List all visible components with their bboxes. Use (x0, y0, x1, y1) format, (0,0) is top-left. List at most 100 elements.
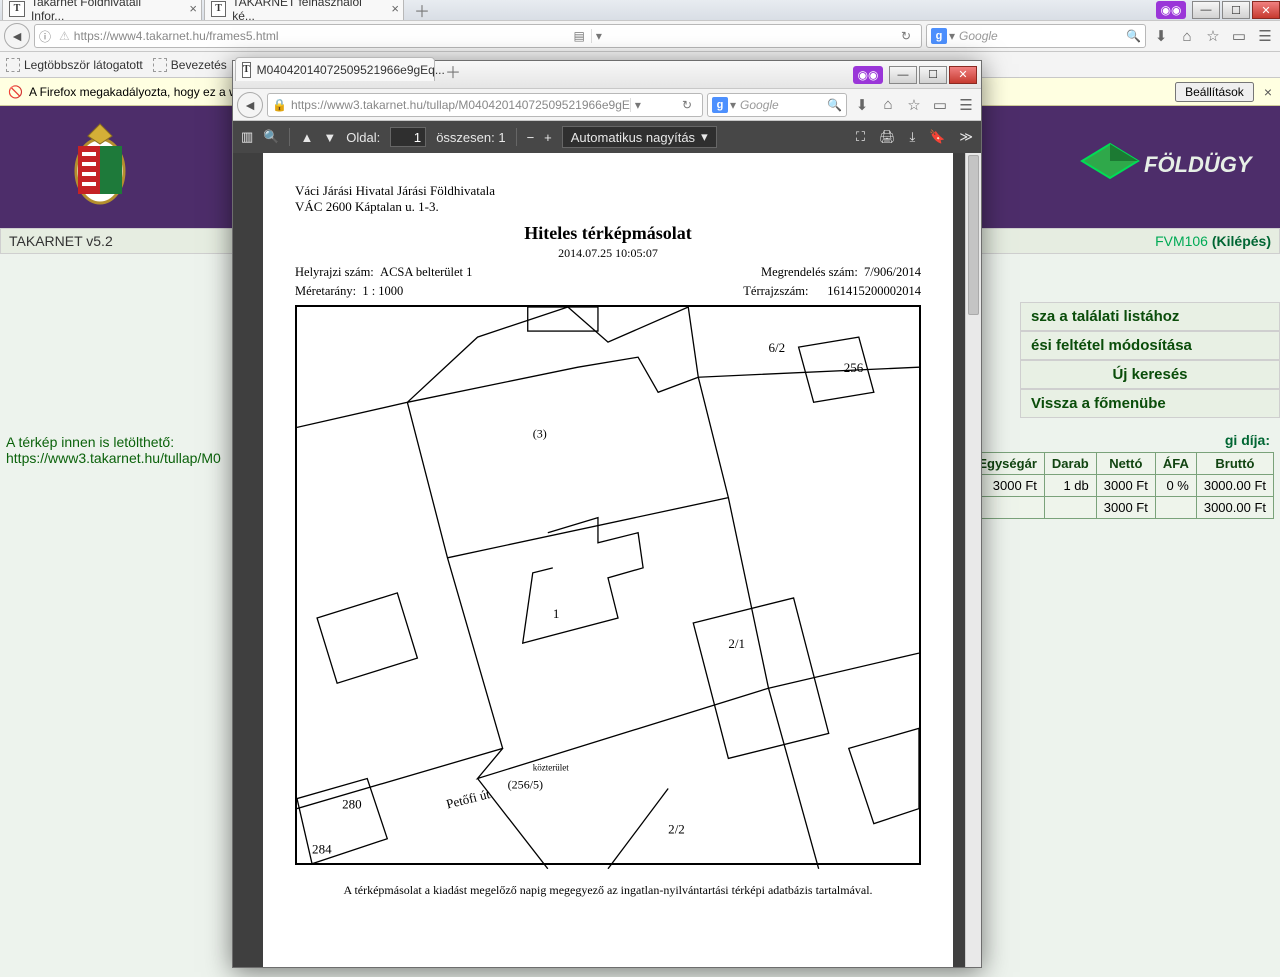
scrollbar-thumb[interactable] (968, 155, 979, 315)
svg-text:1: 1 (553, 606, 560, 621)
print-icon[interactable]: 🖨 (879, 129, 896, 145)
order-value: 7/906/2014 (864, 265, 921, 279)
url-bar[interactable]: ⓘ ⚠ https://www4.takarnet.hu/frames5.htm… (34, 24, 922, 48)
popup-titlebar: T M04042014072509521966e9gEq... ＋ ◉◉ — ☐… (233, 61, 981, 89)
side-link-results[interactable]: sza a találati listához (1020, 302, 1280, 331)
page-number-input[interactable] (390, 127, 426, 147)
popup-back-button[interactable]: ◄ (237, 92, 263, 118)
infobar-settings-button[interactable]: Beállítások (1175, 82, 1254, 102)
popup-url-bar[interactable]: 🔒 https://www3.takarnet.hu/tullap/M04042… (267, 93, 703, 117)
col-netto: Nettó (1096, 453, 1155, 475)
new-tab-button[interactable]: ＋ (410, 0, 434, 20)
fee-table: Egységár Darab Nettó ÁFA Bruttó 3000 Ft … (970, 452, 1274, 519)
menu-icon[interactable]: ☰ (955, 96, 977, 114)
popup-navbar: ◄ 🔒 https://www3.takarnet.hu/tullap/M040… (233, 89, 981, 121)
download-link[interactable]: https://www3.takarnet.hu/tullap/M0 (6, 450, 221, 466)
search-icon[interactable]: 🔍 (1126, 29, 1141, 43)
home-icon[interactable]: ⌂ (877, 96, 899, 113)
side-link-newsearch[interactable]: Új keresés (1020, 360, 1280, 389)
svg-text:284: 284 (312, 842, 332, 857)
popup-search-bar[interactable]: g ▾ Google 🔍 (707, 93, 847, 117)
rss-icon[interactable]: ▤ (568, 29, 591, 43)
hungary-crest-icon (70, 116, 130, 216)
zoom-label: Automatikus nagyítás (571, 130, 695, 145)
favicon: T (242, 62, 251, 78)
url-dropdown-icon[interactable]: ▾ (591, 29, 606, 43)
popup-blocked-icon: 🚫 (8, 85, 23, 99)
doc-footer: A térképmásolat a kiadást megelőző napig… (295, 883, 921, 898)
back-button[interactable]: ◄ (4, 23, 30, 49)
office-line1: Váci Járási Hivatal Járási Földhivatala (295, 183, 921, 199)
sidebar-toggle-icon[interactable]: ▥ (241, 129, 253, 145)
bookmark-label: Legtöbbször látogatott (24, 58, 143, 72)
bookmark-star-icon[interactable]: ☆ (903, 96, 925, 114)
infobar-close-icon[interactable]: × (1264, 84, 1272, 100)
popup-url-text: https://www3.takarnet.hu/tullap/M0404201… (291, 98, 630, 112)
page-down-icon[interactable]: ▼ (323, 130, 336, 145)
side-link-mainmenu[interactable]: Vissza a főmenübe (1020, 389, 1280, 418)
reload-icon[interactable]: ↻ (895, 29, 917, 43)
browser-tab-2[interactable]: T TAKARNET felhasználói ké... × (204, 0, 404, 20)
svg-text:FÖLDÜGY: FÖLDÜGY (1144, 152, 1254, 177)
popup-maximize-button[interactable]: ☐ (919, 66, 947, 84)
save-icon[interactable]: ⤓ (909, 129, 915, 145)
table-sum-row: 3000 Ft 3000.00 Ft (971, 497, 1274, 519)
terr-value: 161415200002014 (827, 284, 921, 298)
presentation-icon[interactable]: ⛶ (856, 129, 865, 145)
google-icon: g (712, 97, 728, 113)
zoom-select[interactable]: Automatikus nagyítás ▾ (562, 126, 717, 148)
col-afa: ÁFA (1155, 453, 1196, 475)
popup-reload-icon[interactable]: ↻ (676, 98, 698, 112)
placeholder-icon (6, 58, 20, 72)
pdf-page: Váci Járási Hivatal Járási Földhivatala … (263, 153, 953, 967)
map-svg: 6/2 256 (3) 1 2/1 2/2 (256/5) Petőfi út … (297, 307, 919, 869)
close-tab-icon[interactable]: × (391, 1, 399, 16)
outer-navbar: ◄ ⓘ ⚠ https://www4.takarnet.hu/frames5.h… (0, 20, 1280, 52)
reading-list-icon[interactable]: ▭ (929, 96, 951, 114)
minimize-button[interactable]: — (1192, 1, 1220, 19)
table-row: 3000 Ft 1 db 3000 Ft 0 % 3000.00 Ft (971, 475, 1274, 497)
page-up-icon[interactable]: ▲ (300, 130, 313, 145)
fee-label: gi díja: (1225, 432, 1270, 448)
popup-close-button[interactable]: ✕ (949, 66, 977, 84)
browser-tab-1[interactable]: T Takarnet Földhivatali Infor... × (2, 0, 202, 20)
close-tab-icon[interactable]: × (189, 1, 197, 16)
close-window-button[interactable]: ✕ (1252, 1, 1280, 19)
private-mask-icon: ◉◉ (1156, 1, 1186, 19)
page-label: Oldal: (346, 130, 380, 145)
search-bar[interactable]: g ▾ Google 🔍 (926, 24, 1146, 48)
tools-icon[interactable]: ≫ (959, 129, 973, 145)
zoom-out-icon[interactable]: − (527, 130, 535, 145)
download-text: A térkép innen is letölthető: https://ww… (6, 434, 221, 466)
find-icon[interactable]: 🔍 (263, 129, 279, 145)
placeholder-icon (153, 58, 167, 72)
search-engine-dropdown-icon[interactable]: ▾ (949, 29, 955, 43)
bookmark-label: Bevezetés (171, 58, 227, 72)
bookmark-most-visited[interactable]: Legtöbbször látogatott (6, 58, 143, 72)
reading-list-icon[interactable]: ▭ (1228, 27, 1250, 45)
bookmark-bevezetes[interactable]: Bevezetés (153, 58, 227, 72)
home-icon[interactable]: ⌂ (1176, 28, 1198, 45)
bookmark-icon[interactable]: 🔖 (929, 129, 945, 145)
side-links: sza a találati listához ési feltétel mód… (1020, 302, 1280, 418)
menu-icon[interactable]: ☰ (1254, 27, 1276, 45)
popup-window: T M04042014072509521966e9gEq... ＋ ◉◉ — ☐… (232, 60, 982, 968)
pdf-scrollbar[interactable] (965, 153, 981, 967)
popup-tab-title: M04042014072509521966e9gEq... (257, 63, 445, 77)
popup-tab[interactable]: T M04042014072509521966e9gEq... (235, 57, 435, 81)
col-darab: Darab (1044, 453, 1096, 475)
maximize-button[interactable]: ☐ (1222, 1, 1250, 19)
zoom-in-icon[interactable]: + (544, 130, 552, 145)
popup-url-dropdown-icon[interactable]: ▾ (630, 98, 645, 112)
download-icon[interactable]: ⬇ (1150, 27, 1172, 45)
download-label: A térkép innen is letölthető: (6, 434, 221, 450)
table-header-row: Egységár Darab Nettó ÁFA Bruttó (971, 453, 1274, 475)
logout-link[interactable]: (Kilépés) (1212, 233, 1271, 249)
bookmark-star-icon[interactable]: ☆ (1202, 27, 1224, 45)
side-link-modify[interactable]: ési feltétel módosítása (1020, 331, 1280, 360)
popup-search-placeholder: Google (740, 98, 779, 112)
search-engine-dropdown-icon[interactable]: ▾ (730, 98, 736, 112)
popup-minimize-button[interactable]: — (889, 66, 917, 84)
search-icon[interactable]: 🔍 (827, 98, 842, 112)
download-icon[interactable]: ⬇ (851, 96, 873, 114)
